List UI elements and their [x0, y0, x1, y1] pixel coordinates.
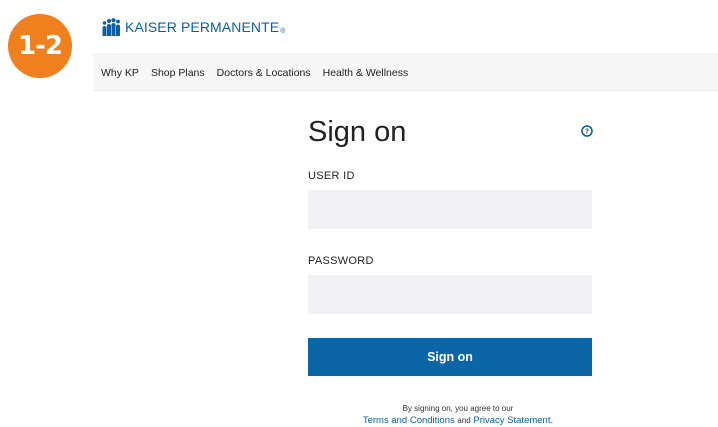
nav-shop-plans[interactable]: Shop Plans — [151, 67, 205, 79]
kaiser-figures-icon — [102, 18, 120, 36]
legal-period: . — [550, 415, 554, 426]
nav-why-kp[interactable]: Why KP — [101, 67, 139, 79]
question-circle-icon[interactable]: ? — [581, 125, 593, 137]
terms-link[interactable]: Terms and Conditions — [363, 415, 455, 426]
page-title: Sign on — [308, 116, 407, 148]
legal-links: Terms and Conditions and Privacy Stateme… — [308, 415, 608, 426]
user-id-input[interactable] — [308, 190, 592, 229]
password-label: PASSWORD — [308, 255, 374, 267]
user-id-label: USER ID — [308, 170, 355, 182]
registered-mark: ® — [280, 27, 286, 35]
step-badge-label: 1-2 — [18, 31, 63, 61]
kaiser-permanente-logo[interactable]: KAISER PERMANENTE ® — [101, 18, 285, 36]
brand-name: KAISER PERMANENTE — [125, 19, 280, 35]
svg-text:?: ? — [585, 128, 589, 136]
nav-doctors-locations[interactable]: Doctors & Locations — [217, 67, 311, 79]
password-input[interactable] — [308, 275, 592, 314]
legal-and-text: and — [457, 416, 471, 425]
main-nav: Why KP Shop Plans Doctors & Locations He… — [93, 54, 718, 91]
nav-health-wellness[interactable]: Health & Wellness — [323, 67, 409, 79]
sign-on-button[interactable]: Sign on — [308, 338, 592, 376]
step-badge: 1-2 — [8, 14, 72, 78]
privacy-link[interactable]: Privacy Statement — [473, 415, 550, 426]
legal-notice: By signing on, you agree to our — [402, 404, 514, 413]
